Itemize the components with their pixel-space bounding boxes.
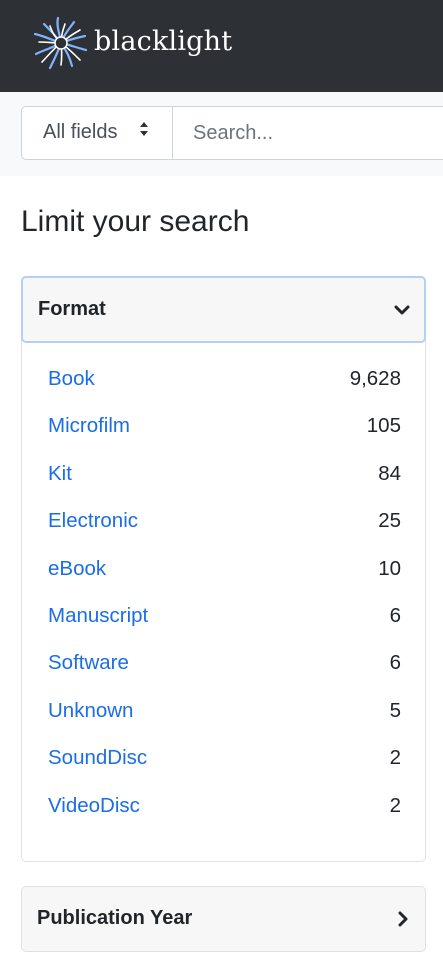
facet-item-count: 9,628 [349, 367, 401, 390]
facet-item-count: 5 [389, 698, 401, 722]
facet-item-count: 6 [389, 651, 401, 675]
facet-item-count: 25 [378, 509, 401, 533]
top-navbar: blacklight [0, 0, 443, 92]
facet-format: Format Book 9,628 Microfilm 105 Kit 84 Elec… [21, 276, 426, 862]
facet-item: eBook 10 [48, 557, 401, 604]
facet-item-count: 2 [389, 746, 401, 770]
facet-item-link[interactable]: Manuscript [48, 604, 148, 628]
facet-item-link[interactable]: Microfilm [48, 414, 130, 438]
facet-item-link[interactable]: eBook [48, 557, 106, 581]
search-field-selected: All fields [43, 121, 118, 143]
facet-publication-year-toggle[interactable]: Publication Year [21, 886, 426, 952]
facet-item-link[interactable]: Kit [48, 462, 72, 486]
sidebar-heading: Limit your search [21, 205, 250, 238]
search-input[interactable] [173, 107, 443, 159]
search-field-select[interactable]: All fields [22, 107, 173, 159]
facet-item-count: 105 [366, 414, 401, 438]
facet-item: Manuscript 6 [48, 604, 401, 651]
facet-item: Electronic 25 [48, 509, 401, 556]
facet-format-list: Book 9,628 Microfilm 105 Kit 84 Electronic 2… [48, 367, 401, 841]
facet-item-link[interactable]: VideoDisc [48, 794, 140, 818]
facet-item: Microfilm 105 [48, 414, 401, 461]
facet-item: Software 6 [48, 651, 401, 698]
facet-item-count: 84 [378, 461, 401, 485]
facet-item: Kit 84 [48, 462, 401, 509]
chevron-down-icon [394, 305, 410, 315]
facet-format-toggle[interactable]: Format [21, 276, 426, 343]
facet-item-count: 6 [389, 603, 401, 627]
facet-format-label: Format [38, 298, 106, 320]
chevron-right-icon [398, 911, 408, 927]
facet-item-link[interactable]: Book [48, 367, 95, 391]
facet-item: Book 9,628 [48, 367, 401, 414]
facet-publication-year-label: Publication Year [37, 907, 193, 929]
facet-item: Unknown 5 [48, 699, 401, 746]
facet-item-link[interactable]: Unknown [48, 699, 133, 723]
facet-item-link[interactable]: Electronic [48, 509, 138, 533]
facet-item-count: 10 [378, 556, 401, 580]
select-arrows-icon [139, 121, 149, 137]
brand-name: blacklight [94, 25, 233, 57]
facet-item: VideoDisc 2 [48, 794, 401, 841]
facet-item-count: 2 [389, 793, 401, 817]
search-form: All fields [21, 106, 443, 160]
facet-item: SoundDisc 2 [48, 746, 401, 793]
sunburst-logo-icon [33, 16, 88, 70]
facet-item-link[interactable]: SoundDisc [48, 746, 147, 770]
brand-link[interactable]: blacklight [30, 14, 232, 72]
facet-item-link[interactable]: Software [48, 651, 129, 675]
